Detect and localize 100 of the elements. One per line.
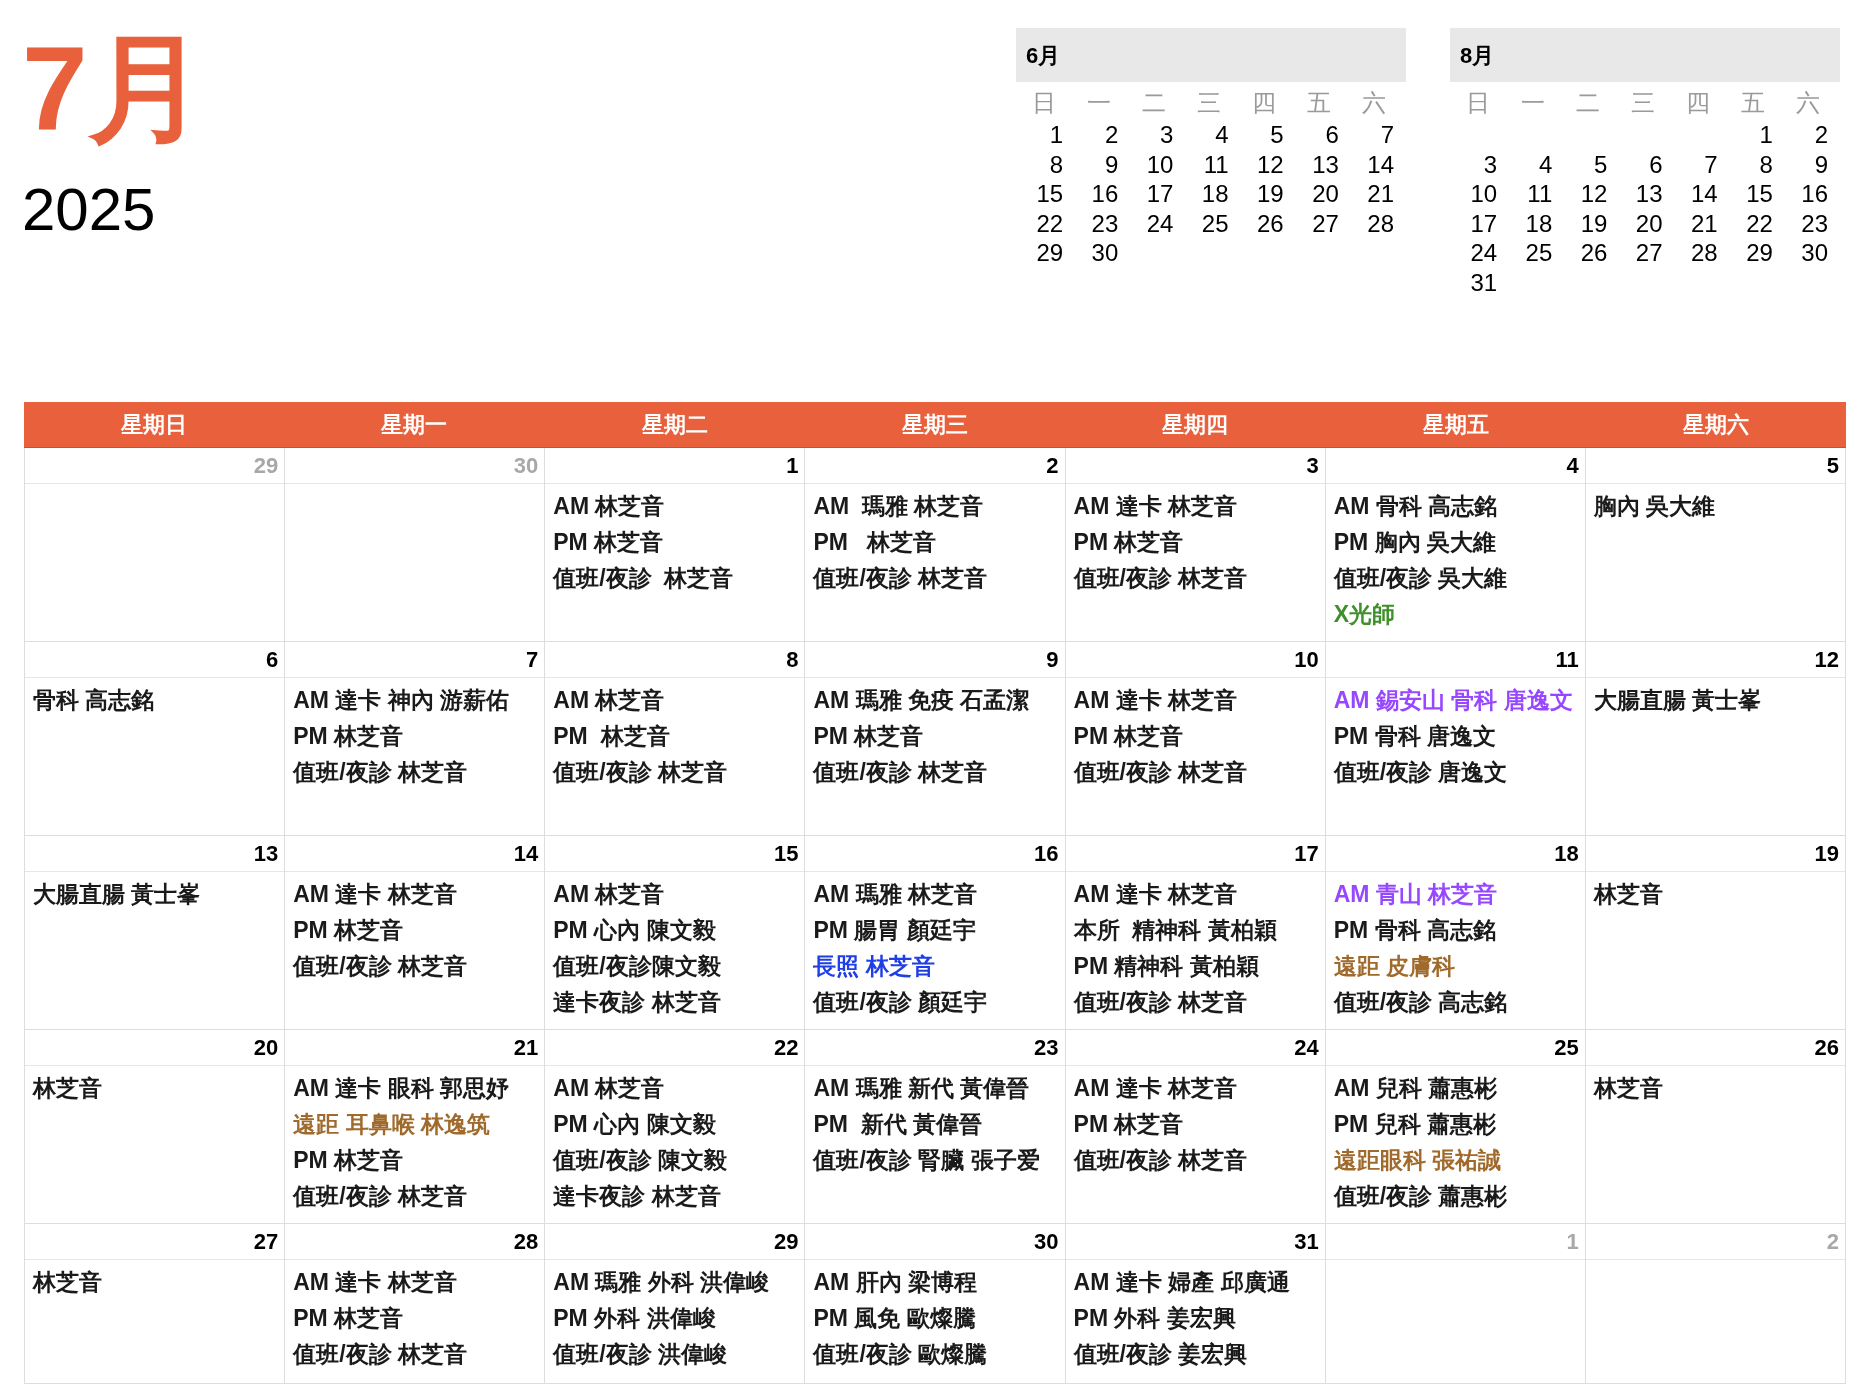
day-number: 24: [1145, 208, 1175, 238]
day-number: 11: [1526, 179, 1554, 209]
day-number: 20: [1311, 179, 1340, 209]
day-number: 6: [1324, 120, 1340, 150]
month-title: 7月: [22, 28, 206, 148]
weekday-label: 六: [1795, 88, 1822, 118]
schedule-entry: AM 林芝音: [553, 686, 665, 715]
date-number: 15: [773, 840, 799, 868]
day-number: 17: [1145, 179, 1175, 209]
weekday-label: 四: [1251, 88, 1278, 118]
schedule-entry: AM 達卡 林芝音: [1073, 1074, 1238, 1103]
day-number: 1: [1048, 120, 1065, 150]
schedule-entry: PM 風免 歐燦騰: [813, 1304, 976, 1333]
day-number: 6: [1648, 149, 1664, 179]
day-number: 27: [1634, 238, 1664, 268]
weekday-header: 星期二: [640, 411, 709, 439]
schedule-entry: 值班/夜診 林芝音: [293, 758, 467, 787]
schedule-entry: 值班/夜診 林芝音: [1073, 1146, 1248, 1175]
day-number: 25: [1200, 208, 1230, 238]
day-number: 1: [1758, 120, 1774, 150]
date-number: 14: [513, 840, 539, 868]
date-number: 8: [786, 646, 799, 674]
schedule-entry: PM 林芝音: [293, 1146, 404, 1175]
schedule-entry: 值班/夜診 林芝音: [293, 952, 467, 981]
schedule-entry: PM 胸內 吳大維: [1333, 528, 1496, 557]
schedule-entry: AM 達卡 林芝音: [1073, 492, 1238, 521]
schedule-entry: 值班/夜診 林芝音: [813, 758, 988, 787]
schedule-entry: PM 精神科 黃柏穎: [1073, 952, 1259, 981]
schedule-entry: AM 達卡 婦產 邱廣通: [1073, 1268, 1290, 1297]
schedule-entry: AM 瑪雅 林芝音: [813, 492, 984, 521]
date-number: 29: [253, 452, 279, 480]
schedule-entry: PM 林芝音: [293, 1304, 404, 1333]
schedule-entry: 遠距 皮膚科: [1333, 952, 1456, 981]
schedule-entry: AM 肝內 梁博程: [813, 1268, 977, 1297]
day-number: 4: [1214, 120, 1230, 150]
date-number: 1: [1566, 1228, 1579, 1256]
weekday-header: 星期日: [120, 411, 189, 439]
weekday-header: 星期三: [901, 411, 969, 439]
schedule-entry: AM 林芝音: [553, 1074, 665, 1103]
date-number: 4: [1566, 452, 1579, 480]
day-number: 26: [1256, 208, 1285, 238]
schedule-entry: 大腸直腸 黃士峯: [1593, 686, 1762, 715]
schedule-entry: 林芝音: [33, 1074, 102, 1103]
schedule-entry: AM 達卡 林芝音: [1073, 686, 1238, 715]
date-number: 20: [253, 1034, 279, 1062]
day-number: 9: [1813, 149, 1829, 179]
schedule-entry: AM 骨科 高志銘: [1333, 492, 1498, 521]
day-number: 3: [1482, 149, 1499, 179]
schedule-entry: 值班/夜診 洪偉峻: [553, 1340, 728, 1369]
schedule-entry: PM 林芝音: [293, 916, 404, 945]
date-number: 9: [1046, 646, 1059, 674]
schedule-entry: 長照 林芝音: [813, 952, 935, 981]
weekday-label: 三: [1630, 88, 1656, 118]
day-number: 19: [1256, 179, 1285, 209]
day-number: 26: [1579, 238, 1609, 268]
schedule-entry: PM 外科 洪偉峻: [553, 1304, 716, 1333]
schedule-entry: 林芝音: [1593, 1074, 1663, 1103]
day-number: 2: [1103, 120, 1120, 150]
schedule-entry: AM 達卡 神內 游薪佑: [293, 686, 510, 715]
schedule-entry: 值班/夜診 腎臟 張子爱: [813, 1146, 1040, 1175]
day-number: 15: [1035, 179, 1065, 209]
schedule-entry: 值班/夜診 唐逸文: [1333, 758, 1508, 787]
day-number: 28: [1366, 208, 1395, 238]
day-number: 16: [1800, 179, 1829, 209]
day-number: 3: [1159, 120, 1175, 150]
date-number: 27: [253, 1228, 279, 1256]
date-number: 6: [265, 646, 279, 674]
schedule-entry: 值班/夜診 林芝音: [553, 758, 728, 787]
day-number: 31: [1469, 267, 1499, 297]
day-number: 4: [1537, 149, 1554, 179]
mini-calendar-header: 6月: [1016, 28, 1406, 82]
schedule-entry: PM 林芝音: [813, 722, 924, 751]
day-number: 12: [1579, 179, 1609, 209]
schedule-entry: 林芝音: [1593, 880, 1663, 909]
schedule-entry: AM 達卡 林芝音: [293, 880, 457, 909]
day-number: 29: [1745, 238, 1774, 268]
date-number: 22: [773, 1034, 799, 1062]
date-number: 2: [1046, 452, 1059, 480]
day-number: 30: [1800, 238, 1829, 268]
schedule-entry: PM 兒科 蕭惠彬: [1333, 1110, 1496, 1139]
schedule-entry: 值班/夜診 林芝音: [1073, 564, 1248, 593]
weekday-header: 星期六: [1681, 411, 1750, 439]
day-number: 10: [1469, 179, 1499, 209]
date-number: 16: [1034, 840, 1059, 868]
day-number: 22: [1035, 208, 1065, 238]
schedule-entry: PM 林芝音: [553, 528, 664, 557]
day-number: 23: [1090, 208, 1120, 238]
day-number: 18: [1200, 179, 1230, 209]
day-number: 12: [1256, 149, 1285, 179]
weekday-label: 日: [1030, 88, 1057, 118]
mini-calendar-header: 8月: [1450, 28, 1840, 82]
date-number: 31: [1294, 1228, 1319, 1256]
day-number: 20: [1634, 208, 1664, 238]
schedule-entry: AM 達卡 林芝音: [1073, 880, 1238, 909]
schedule-entry: 值班/夜診陳文毅: [553, 952, 721, 981]
date-number: 29: [773, 1228, 799, 1256]
day-number: 29: [1035, 238, 1065, 268]
day-number: 23: [1800, 208, 1829, 238]
schedule-entry: PM 林芝音: [1073, 722, 1184, 751]
day-number: 7: [1703, 149, 1719, 179]
